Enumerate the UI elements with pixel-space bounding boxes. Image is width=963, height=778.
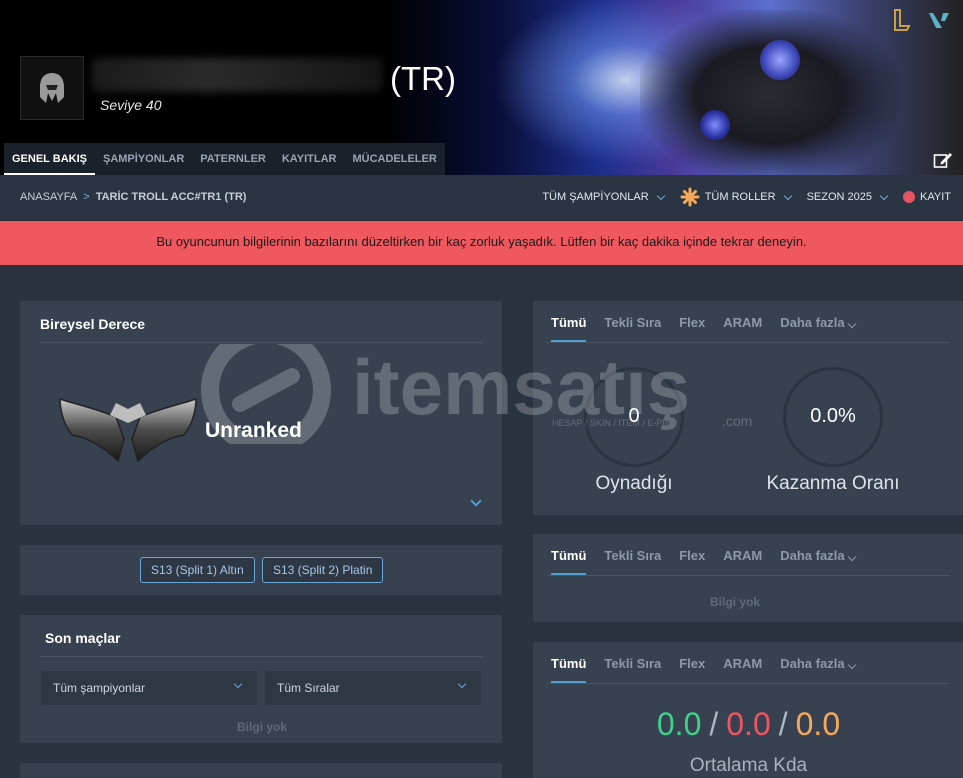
tab-solo[interactable]: Tekli Sıra [604,656,661,683]
queue-tabs: Tümü Tekli Sıra Flex ARAM Daha fazla [551,548,856,575]
solo-rank-card: Bireysel Derece Unranked [20,301,502,525]
player-region: (TR) [390,60,456,97]
champion-filter[interactable]: TÜM ŞAMPİYONLAR [542,191,665,203]
played-value: 0 [628,405,640,427]
tab-aram[interactable]: ARAM [723,548,762,575]
role-filter[interactable]: TÜM ROLLER [680,187,792,207]
chevron-down-icon [847,660,856,670]
queue-tabs: Tümü Tekli Sıra Flex ARAM Daha fazla [551,315,856,342]
tab-patterns[interactable]: PATERNLER [192,143,274,175]
profile-tabs: GENEL BAKIŞ ŞAMPİYONLAR PATERNLER KAYITL… [4,143,445,175]
chevron-down-icon [783,191,792,200]
winrate-label: Kazanma Oranı [766,473,900,494]
tab-all[interactable]: Tümü [551,548,587,575]
valorant-logo-icon[interactable] [927,8,951,32]
chevron-down-icon [656,191,665,200]
season-filter[interactable]: SEZON 2025 [807,191,889,203]
tab-flex[interactable]: Flex [679,548,705,575]
league-logo-icon[interactable] [890,8,914,32]
unranked-emblem-icon [59,397,197,463]
tab-challenges[interactable]: MÜCADELELER [344,143,444,175]
avatar [20,56,84,120]
record-button[interactable]: KAYIT [903,191,951,203]
played-label: Oynadığı [595,473,673,494]
rank-label: Unranked [205,419,302,442]
expand-chevron-icon[interactable] [470,495,482,507]
tab-solo[interactable]: Tekli Sıra [604,315,661,342]
season-badge[interactable]: S13 (Split 2) Platin [262,557,384,583]
champion-stats-card: Tümü Tekli Sıra Flex ARAM Daha fazla Bil… [533,534,963,622]
tab-flex[interactable]: Flex [679,656,705,683]
rank-card-title: Bireysel Derece [40,316,146,332]
chevron-down-icon [847,552,856,562]
breadcrumb-home[interactable]: ANASAYFA [20,191,77,203]
breadcrumb-current: TARİC TROLL ACC#TR1 (TR) [95,191,247,203]
kda-kills: 0.0 [656,706,702,742]
chevron-down-icon [879,191,889,200]
tab-overview[interactable]: GENEL BAKIŞ [4,143,95,175]
champion-no-info: Bilgi yok [710,595,761,609]
tab-all[interactable]: Tümü [551,315,587,342]
queue-tabs: Tümü Tekli Sıra Flex ARAM Daha fazla [551,656,856,683]
player-name-redacted [92,58,382,92]
filter-bar: ANASAYFA > TARİC TROLL ACC#TR1 (TR) TÜM ŞA… [0,175,963,221]
chevron-down-icon [457,679,467,689]
tab-more[interactable]: Daha fazla [780,548,856,575]
tab-more[interactable]: Daha fazla [780,315,856,342]
queue-select[interactable]: Tüm Sıralar [265,671,481,705]
kda-assists: 0.0 [795,706,841,742]
tab-aram[interactable]: ARAM [723,315,762,342]
queue-stats-card: Tümü Tekli Sıra Flex ARAM Daha fazla 0 O… [533,301,963,515]
kda-label: Ortalama Kda [689,755,808,776]
tab-aram[interactable]: ARAM [723,656,762,683]
record-dot-icon [903,191,916,203]
winrate-value: 0.0% [810,405,856,427]
recent-matches-card: Son maçlar Tüm şampiyonlar Tüm Sıralar B… [20,615,502,743]
tab-records[interactable]: KAYITLAR [274,143,345,175]
next-card [20,763,502,778]
chevron-down-icon [847,319,856,329]
tab-all[interactable]: Tümü [551,656,587,683]
season-badge[interactable]: S13 (Split 1) Altın [140,557,255,583]
helmet-icon [40,73,64,103]
tab-flex[interactable]: Flex [679,315,705,342]
recent-no-info: Bilgi yok [237,720,288,734]
chevron-down-icon [233,679,243,689]
breadcrumb-separator: > [83,191,90,203]
error-alert: Bu oyuncunun bilgilerinin bazılarını düz… [0,221,963,265]
past-seasons-card: S13 (Split 1) Altın S13 (Split 2) Platin [20,545,502,595]
all-roles-icon [680,187,700,207]
champion-select[interactable]: Tüm şampiyonlar [41,671,257,705]
kda-value: 0.0/0.0/0.0 [656,706,841,742]
tab-champions[interactable]: ŞAMPİYONLAR [95,143,192,175]
kda-card: Tümü Tekli Sıra Flex ARAM Daha fazla 0.0… [533,642,963,778]
tab-more[interactable]: Daha fazla [780,656,856,683]
tab-solo[interactable]: Tekli Sıra [604,548,661,575]
player-level: Seviye 40 [100,97,162,113]
breadcrumb: ANASAYFA > TARİC TROLL ACC#TR1 (TR) [20,191,246,203]
kda-deaths: 0.0 [726,706,771,742]
recent-matches-title: Son maçlar [45,630,121,646]
edit-icon[interactable] [933,151,953,169]
